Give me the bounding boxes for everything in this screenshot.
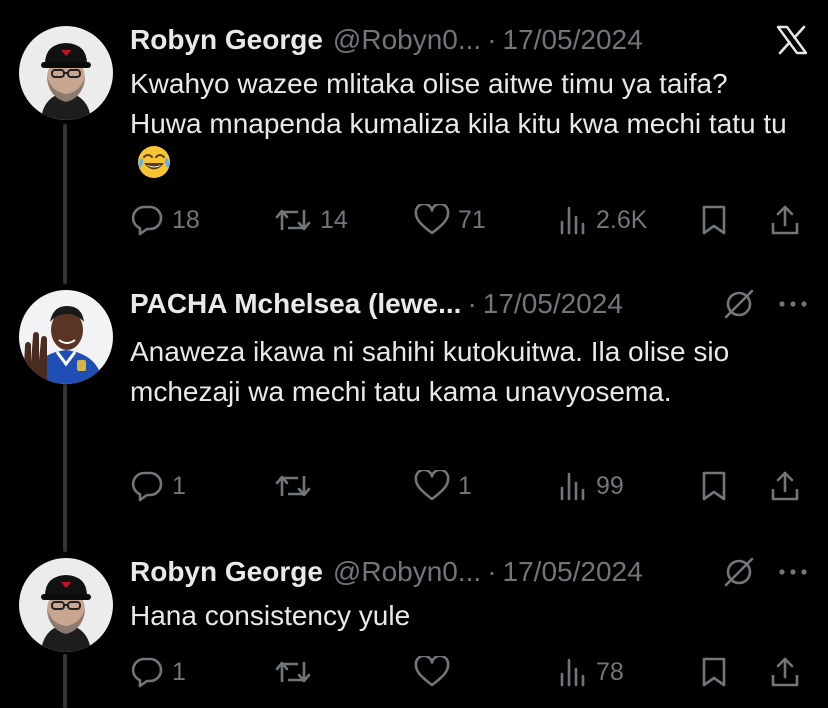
tweet-header: PACHA Mchelsea (lewe... · 17/05/2024 [130, 284, 808, 324]
tweet-actions: 1 1 99 [130, 466, 808, 506]
like-count: 1 [458, 471, 472, 500]
tweet-actions: 18 14 71 2.6K [130, 200, 808, 240]
share-button[interactable] [770, 466, 800, 506]
bookmark-icon [700, 656, 728, 688]
tweet-date[interactable]: 17/05/2024 [503, 24, 643, 56]
tweet-date[interactable]: 17/05/2024 [503, 556, 643, 588]
share-icon [770, 656, 800, 688]
repost-icon [274, 204, 312, 236]
face-with-tears-of-joy-icon [136, 144, 172, 191]
reply-button[interactable]: 18 [130, 200, 200, 240]
share-button[interactable] [770, 200, 800, 240]
tweet-3[interactable]: Robyn George @Robyn0... · 17/05/2024 Han… [0, 540, 828, 708]
reply-count: 1 [172, 657, 186, 686]
tweet-2[interactable]: PACHA Mchelsea (lewe... · 17/05/2024 Ana… [0, 270, 828, 530]
like-button[interactable] [414, 652, 458, 692]
more-icon[interactable] [778, 567, 808, 577]
like-button[interactable]: 1 [414, 466, 472, 506]
views-button[interactable]: 99 [558, 466, 624, 506]
reply-button[interactable]: 1 [130, 652, 186, 692]
x-logo-icon [776, 25, 808, 55]
heart-icon [414, 470, 450, 502]
bookmark-button[interactable] [700, 466, 728, 506]
separator-dot: · [467, 288, 477, 319]
tweet-text-content: Hana consistency yule [130, 600, 411, 631]
bookmark-icon [700, 470, 728, 502]
views-count: 99 [596, 471, 624, 500]
user-handle[interactable]: @Robyn0... [333, 556, 481, 588]
views-icon [558, 205, 588, 235]
reply-count: 18 [172, 205, 200, 234]
grok-icon[interactable] [722, 555, 756, 589]
views-button[interactable]: 2.6K [558, 200, 647, 240]
views-count: 2.6K [596, 205, 648, 234]
share-icon [770, 204, 800, 236]
display-name[interactable]: Robyn George [130, 556, 323, 588]
tweet-text: Hana consistency yule [130, 596, 798, 636]
avatar[interactable] [19, 290, 113, 384]
like-button[interactable]: 71 [414, 200, 486, 240]
like-count: 71 [458, 205, 486, 234]
avatar[interactable] [19, 26, 113, 120]
repost-button[interactable] [274, 466, 320, 506]
views-count: 78 [596, 657, 624, 686]
repost-icon [274, 656, 312, 688]
tweet-1[interactable]: Robyn George @Robyn0... · 17/05/2024 Kwa… [0, 0, 828, 260]
tweet-text-content: Kwahyo wazee mlitaka olise aitwe timu ya… [130, 68, 787, 139]
tweet-actions: 1 78 [130, 652, 808, 692]
reply-count: 1 [172, 471, 186, 500]
tweet-header: Robyn George @Robyn0... · 17/05/2024 [130, 20, 808, 60]
more-icon[interactable] [778, 299, 808, 309]
tweet-text: Anaweza ikawa ni sahihi kutokuitwa. Ila … [130, 332, 798, 412]
share-button[interactable] [770, 652, 800, 692]
heart-icon [414, 204, 450, 236]
tweet-header: Robyn George @Robyn0... · 17/05/2024 [130, 552, 808, 592]
reply-icon [130, 203, 164, 237]
avatar[interactable] [19, 558, 113, 652]
tweet-text-content: Anaweza ikawa ni sahihi kutokuitwa. Ila … [130, 336, 730, 407]
repost-icon [274, 470, 312, 502]
heart-icon [414, 656, 450, 688]
tweet-text: Kwahyo wazee mlitaka olise aitwe timu ya… [130, 64, 798, 191]
share-icon [770, 470, 800, 502]
reply-icon [130, 469, 164, 503]
repost-button[interactable]: 14 [274, 200, 348, 240]
user-handle[interactable]: @Robyn0... [333, 24, 481, 56]
reply-icon [130, 655, 164, 689]
reply-button[interactable]: 1 [130, 466, 186, 506]
views-icon [558, 471, 588, 501]
repost-count: 14 [320, 205, 348, 234]
bookmark-button[interactable] [700, 200, 728, 240]
display-name[interactable]: PACHA Mchelsea (lewe... [130, 288, 461, 320]
views-icon [558, 657, 588, 687]
separator-dot: · [487, 24, 497, 55]
repost-button[interactable] [274, 652, 320, 692]
views-button[interactable]: 78 [558, 652, 624, 692]
bookmark-button[interactable] [700, 652, 728, 692]
tweet-date[interactable]: 17/05/2024 [483, 288, 623, 320]
display-name[interactable]: Robyn George [130, 24, 323, 56]
separator-dot: · [487, 556, 497, 587]
bookmark-icon [700, 204, 728, 236]
grok-icon[interactable] [722, 287, 756, 321]
